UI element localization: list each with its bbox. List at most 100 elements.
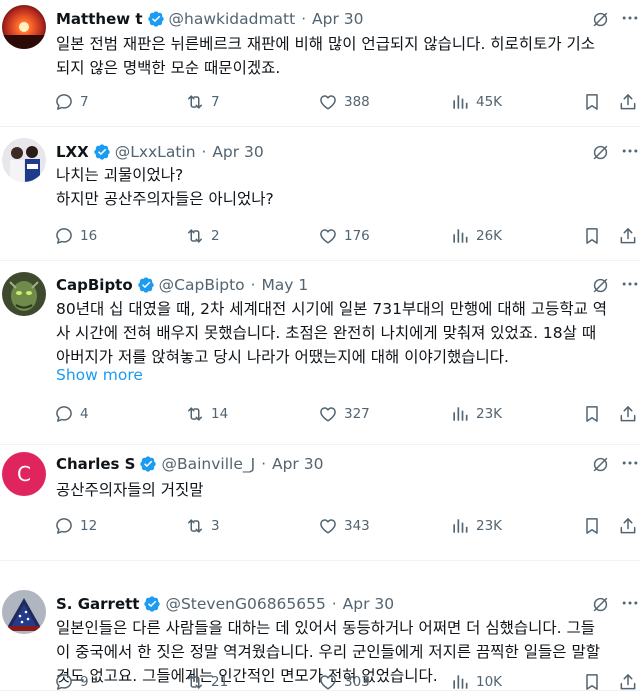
share-icon (620, 518, 636, 534)
grok-icon[interactable] (591, 10, 610, 29)
author-name[interactable]: CapBipto (56, 276, 133, 294)
repost-icon (188, 407, 202, 421)
like-button[interactable]: 327 (318, 402, 370, 426)
grok-icon[interactable] (591, 455, 610, 474)
action-bar: 12 3 343 23K (52, 514, 640, 538)
post-date[interactable]: Apr 30 (212, 143, 263, 161)
views-button[interactable]: 26K (450, 224, 502, 248)
like-button[interactable]: 176 (318, 224, 370, 248)
repost-count: 7 (211, 94, 220, 110)
repost-button[interactable]: 7 (185, 90, 220, 114)
author-name[interactable]: LXX (56, 143, 89, 161)
tweet-header: Matthew t @hawkidadmatt · Apr 30 (56, 7, 640, 31)
more-options-icon[interactable] (620, 593, 640, 613)
views-button[interactable]: 10K (450, 670, 502, 691)
avatar[interactable]: C (2, 452, 46, 496)
show-more-link[interactable]: Show more (56, 366, 143, 384)
author-handle[interactable]: @hawkidadmatt (169, 10, 296, 28)
tweet-text: 공산주의자들의 거짓말 (56, 481, 204, 499)
share-icon (620, 94, 636, 110)
share-button[interactable] (618, 90, 640, 114)
bookmark-icon (586, 406, 598, 422)
post-date[interactable]: Apr 30 (312, 10, 363, 28)
bookmark-button[interactable] (582, 670, 608, 691)
reply-button[interactable]: 12 (54, 514, 97, 538)
separator-dot: · (250, 276, 256, 294)
avatar[interactable] (2, 5, 46, 49)
post-date[interactable]: May 1 (261, 276, 308, 294)
more-options-icon[interactable] (620, 453, 640, 473)
bookmark-button[interactable] (582, 224, 608, 248)
author-handle[interactable]: @Bainville_J (161, 455, 255, 473)
views-button[interactable]: 23K (450, 402, 502, 426)
reply-count: 4 (80, 406, 89, 422)
grok-icon[interactable] (591, 276, 610, 295)
author-name[interactable]: Matthew t (56, 10, 143, 28)
tweet-item[interactable]: LXX @LxxLatin · Apr 30 나치는 괴물이었나? 하지만 공산주의자들… (0, 127, 640, 261)
more-options-icon[interactable] (620, 141, 640, 161)
author-handle[interactable]: @LxxLatin (115, 143, 196, 161)
repost-icon (188, 229, 202, 243)
avatar[interactable] (2, 138, 46, 182)
repost-button[interactable]: 21 (185, 670, 228, 691)
repost-button[interactable]: 14 (185, 402, 228, 426)
action-bar: 9 21 303 10K (52, 670, 640, 691)
repost-count: 3 (211, 518, 220, 534)
reply-button[interactable]: 9 (54, 670, 89, 691)
like-button[interactable]: 303 (318, 670, 370, 691)
repost-icon (188, 519, 202, 533)
repost-icon (188, 675, 202, 689)
views-icon (453, 95, 468, 109)
reply-button[interactable]: 16 (54, 224, 97, 248)
post-date[interactable]: Apr 30 (343, 595, 394, 613)
tweet-item[interactable]: S. Garrett @StevenG06865655 · Apr 30 일본인들은 다… (0, 561, 640, 691)
tweet-header: CapBipto @CapBipto · May 1 (56, 273, 640, 297)
reply-icon (56, 518, 72, 534)
author-handle[interactable]: @CapBipto (159, 276, 245, 294)
reply-button[interactable]: 7 (54, 90, 89, 114)
repost-button[interactable]: 2 (185, 224, 220, 248)
verified-badge-icon (137, 277, 154, 293)
post-date[interactable]: Apr 30 (272, 455, 323, 473)
repost-button[interactable]: 3 (185, 514, 220, 538)
views-button[interactable]: 45K (450, 90, 502, 114)
views-button[interactable]: 23K (450, 514, 502, 538)
heart-icon (320, 229, 336, 244)
reply-count: 16 (80, 228, 98, 244)
avatar[interactable] (2, 272, 46, 316)
grok-icon[interactable] (591, 595, 610, 614)
like-button[interactable]: 388 (318, 90, 370, 114)
bookmark-button[interactable] (582, 402, 608, 426)
tweet-item[interactable]: C Charles S @Bainville_J · Apr 30 공산주의자들의 거짓말… (0, 445, 640, 561)
author-handle[interactable]: @StevenG06865655 (165, 595, 325, 613)
view-count: 45K (476, 94, 503, 110)
avatar[interactable] (2, 590, 46, 634)
grok-icon[interactable] (591, 143, 610, 162)
like-button[interactable]: 343 (318, 514, 370, 538)
reply-button[interactable]: 4 (54, 402, 89, 426)
bookmark-button[interactable] (582, 90, 608, 114)
reply-count: 12 (80, 518, 98, 534)
tweet-item[interactable]: Matthew t @hawkidadmatt · Apr 30 일본 전범 재판은 뉘… (0, 0, 640, 127)
share-button[interactable] (618, 670, 640, 691)
bookmark-button[interactable] (582, 514, 608, 538)
action-bar: 7 7 388 45K (52, 90, 640, 114)
more-options-icon[interactable] (620, 274, 640, 294)
more-options-icon[interactable] (620, 8, 640, 28)
like-count: 176 (344, 228, 370, 244)
view-count: 26K (476, 228, 503, 244)
separator-dot: · (261, 455, 266, 473)
reply-icon (56, 406, 72, 422)
views-icon (453, 407, 468, 421)
views-icon (453, 675, 468, 689)
author-name[interactable]: Charles S (56, 455, 135, 473)
reply-count: 9 (80, 674, 89, 690)
author-name[interactable]: S. Garrett (56, 595, 139, 613)
share-button[interactable] (618, 514, 640, 538)
heart-icon (320, 675, 336, 690)
view-count: 23K (476, 518, 503, 534)
share-button[interactable] (618, 402, 640, 426)
separator-dot: · (331, 595, 337, 613)
share-button[interactable] (618, 224, 640, 248)
tweet-item[interactable]: CapBipto @CapBipto · May 1 80년대 십 대였을 때, 2차 … (0, 261, 640, 445)
